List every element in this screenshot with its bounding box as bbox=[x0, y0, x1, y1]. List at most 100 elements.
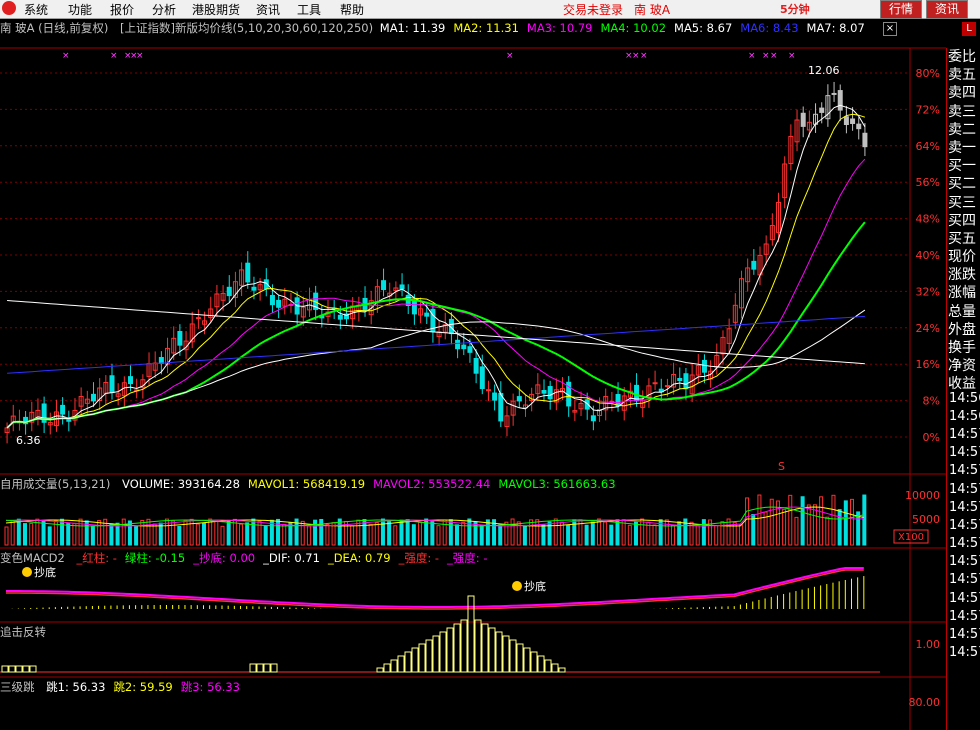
volume-bar-20 bbox=[127, 520, 132, 546]
volume-bar-31 bbox=[195, 523, 200, 546]
time-label-5: 14:57 bbox=[949, 481, 980, 497]
volume-bar-24 bbox=[152, 523, 157, 546]
price-axis-label-3: 56% bbox=[916, 176, 940, 189]
candle-body-9 bbox=[60, 404, 66, 415]
sidebar-item-0[interactable]: 委比 bbox=[947, 48, 980, 66]
candle-body-66 bbox=[411, 299, 417, 315]
chase-bar-26 bbox=[551, 663, 559, 673]
volume-bar-2 bbox=[16, 518, 21, 546]
volume-bar-21 bbox=[134, 526, 139, 546]
candle-body-139 bbox=[862, 132, 868, 148]
ma-line-6 bbox=[7, 315, 865, 374]
candle-body-40 bbox=[251, 286, 257, 291]
volume-bar-33 bbox=[208, 518, 213, 546]
candle-body-105 bbox=[652, 382, 658, 385]
price-axis-label-5: 40% bbox=[916, 249, 940, 262]
volume-bar-98 bbox=[609, 524, 614, 546]
candle-body-113 bbox=[701, 359, 707, 373]
candle-body-61 bbox=[381, 280, 387, 291]
candle-body-107 bbox=[664, 385, 670, 388]
volume-bar-126 bbox=[782, 508, 787, 546]
volume-bar-78 bbox=[485, 519, 490, 546]
volume-axis-label-1: 5000 bbox=[912, 513, 940, 526]
sidebar-item-8[interactable]: 买三 bbox=[947, 194, 980, 212]
sidebar-item-13[interactable]: 涨幅 bbox=[947, 284, 980, 302]
volume-bar-59 bbox=[368, 524, 373, 546]
sidebar-item-10[interactable]: 买五 bbox=[947, 230, 980, 248]
time-label-11: 14:57 bbox=[949, 590, 980, 606]
sidebar-item-6[interactable]: 买一 bbox=[947, 157, 980, 175]
candle-body-87 bbox=[541, 389, 547, 394]
candle-body-10 bbox=[66, 419, 72, 422]
sidebar-item-12[interactable]: 涨跌 bbox=[947, 266, 980, 284]
time-label-12: 14:57 bbox=[949, 608, 980, 624]
candle-body-138 bbox=[856, 123, 862, 130]
macd-value-4: _DEA: 0.79 bbox=[327, 551, 391, 565]
chase-bar-7 bbox=[418, 643, 426, 673]
candle-body-99 bbox=[615, 394, 621, 407]
volume-bar-71 bbox=[442, 519, 447, 546]
quote-sidebar: 委比 卖五 卖四 卖三 卖二 卖一 买一 买二 买三 买四 买五 现价 涨跌 涨幅 总量 外盘 换手 净资 收益 14… bbox=[946, 48, 980, 730]
sidebar-item-1[interactable]: 卖五 bbox=[947, 66, 980, 84]
candle-body-17 bbox=[109, 375, 115, 394]
volume-bar-45 bbox=[282, 523, 287, 546]
top-marker-5: × bbox=[506, 51, 514, 61]
volume-bar-42 bbox=[263, 525, 268, 546]
chase-bar-10 bbox=[439, 631, 447, 673]
candle-body-43 bbox=[269, 294, 275, 306]
time-label-13: 14:57 bbox=[949, 627, 980, 642]
macd-buy-icon-2 bbox=[512, 581, 522, 591]
candle-body-36 bbox=[226, 286, 232, 297]
candle-body-132 bbox=[819, 107, 825, 113]
sidebar-item-16[interactable]: 换手 bbox=[947, 339, 980, 357]
price-axis-label-0: 80% bbox=[916, 67, 940, 80]
volume-bar-84 bbox=[522, 524, 527, 546]
jump-value-0: 跳1: 56.33 bbox=[46, 680, 106, 694]
macd-dif-line bbox=[6, 567, 864, 608]
chase-bar-9 bbox=[432, 635, 440, 673]
macd-value-5: _强度: - bbox=[398, 551, 440, 565]
sidebar-item-15[interactable]: 外盘 bbox=[947, 321, 980, 339]
candle-body-64 bbox=[399, 284, 405, 290]
volume-bar-130 bbox=[806, 504, 811, 546]
volume-bar-95 bbox=[590, 521, 595, 546]
top-marker-12: × bbox=[788, 51, 796, 61]
chase-bar-27 bbox=[558, 667, 566, 673]
time-label-1: 14:56 bbox=[949, 408, 980, 424]
volume-bar-60 bbox=[374, 522, 379, 546]
sidebar-item-7[interactable]: 买二 bbox=[947, 175, 980, 193]
macd-marker-1: 抄底 bbox=[34, 565, 56, 579]
macd-buy-icon-1 bbox=[22, 567, 32, 577]
sidebar-item-9[interactable]: 买四 bbox=[947, 212, 980, 230]
price-low-label: 6.36 bbox=[16, 434, 41, 447]
volume-bar-44 bbox=[276, 518, 281, 546]
volume-bar-70 bbox=[436, 525, 441, 546]
volume-bar-66 bbox=[411, 524, 416, 546]
candle-body-88 bbox=[547, 386, 553, 400]
volume-bar-32 bbox=[201, 522, 206, 546]
candle-body-73 bbox=[455, 339, 461, 350]
sidebar-item-14[interactable]: 总量 bbox=[947, 303, 980, 321]
volume-bar-67 bbox=[417, 521, 422, 546]
sidebar-item-3[interactable]: 卖三 bbox=[947, 103, 980, 121]
chase-small-bar-4 bbox=[29, 665, 37, 673]
sidebar-item-5[interactable]: 卖一 bbox=[947, 139, 980, 157]
volume-bar-34 bbox=[214, 520, 219, 546]
top-marker-1: × bbox=[110, 51, 118, 61]
ma-line-7 bbox=[7, 300, 865, 365]
volume-bar-128 bbox=[794, 516, 799, 546]
signal-marker: S bbox=[778, 460, 785, 473]
sidebar-item-2[interactable]: 卖四 bbox=[947, 84, 980, 102]
volume-bar-27 bbox=[171, 520, 176, 546]
sidebar-item-4[interactable]: 卖二 bbox=[947, 121, 980, 139]
volume-bar-6 bbox=[41, 520, 46, 546]
jump-value-1: 跳2: 59.59 bbox=[113, 680, 173, 694]
sidebar-item-11[interactable]: 现价 bbox=[947, 248, 980, 266]
volume-bar-137 bbox=[849, 498, 854, 546]
volume-bar-115 bbox=[714, 525, 719, 546]
sidebar-item-17[interactable]: 净资 bbox=[947, 357, 980, 375]
macd-marker-2: 抄底 bbox=[524, 579, 546, 593]
volume-bar-103 bbox=[640, 518, 645, 546]
candle-body-39 bbox=[245, 262, 251, 283]
time-label-6: 14:57 bbox=[949, 499, 980, 515]
